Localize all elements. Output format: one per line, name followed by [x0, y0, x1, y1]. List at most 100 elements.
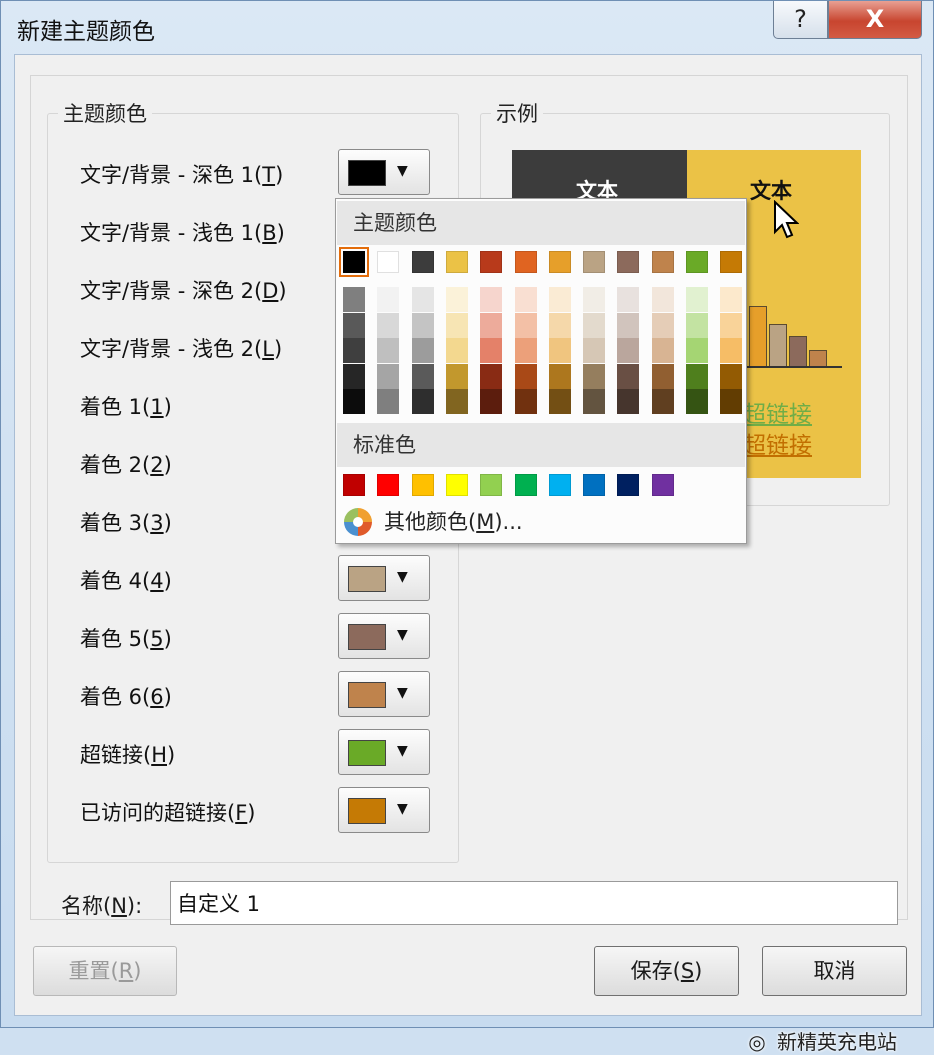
theme-shade-cell[interactable]: [720, 389, 743, 414]
theme-shade-cell[interactable]: [686, 389, 708, 414]
theme-shade-cell[interactable]: [445, 287, 468, 312]
theme-shade-cell[interactable]: [411, 363, 434, 389]
theme-shade-cell[interactable]: [651, 363, 674, 389]
theme-shade-cell[interactable]: [411, 287, 434, 312]
theme-shade-cell[interactable]: [617, 287, 640, 312]
standard-color-cell[interactable]: [411, 474, 434, 496]
theme-shade-cell[interactable]: [548, 363, 571, 389]
theme-shade-cell[interactable]: [377, 312, 400, 338]
standard-color-cell[interactable]: [583, 474, 606, 496]
theme-shade-cell[interactable]: [651, 338, 674, 363]
theme-shade-cell[interactable]: [686, 312, 708, 338]
name-input[interactable]: [170, 881, 898, 925]
theme-shade-cell[interactable]: [583, 389, 606, 414]
theme-row-label-key: 3: [150, 511, 164, 535]
theme-shade-cell[interactable]: [343, 287, 365, 312]
standard-color-cell[interactable]: [343, 474, 365, 496]
theme-shade-cell[interactable]: [617, 389, 640, 414]
theme-shade-cell[interactable]: [617, 363, 640, 389]
theme-shade-cell[interactable]: [583, 287, 606, 312]
theme-shade-cell[interactable]: [445, 338, 468, 363]
color-dropdown-button[interactable]: ▼: [338, 149, 430, 195]
theme-shade-cell[interactable]: [480, 389, 503, 414]
close-button[interactable]: X: [828, 1, 922, 39]
theme-shade-cell[interactable]: [445, 389, 468, 414]
theme-shade-cell[interactable]: [686, 338, 708, 363]
save-button[interactable]: 保存(S): [594, 946, 739, 996]
theme-color-cell[interactable]: [651, 251, 674, 273]
theme-shade-cell[interactable]: [651, 287, 674, 312]
reset-button[interactable]: 重置(R): [33, 946, 177, 996]
theme-shade-cell[interactable]: [514, 389, 537, 414]
theme-shade-cell[interactable]: [583, 312, 606, 338]
theme-color-cell[interactable]: [445, 251, 468, 273]
theme-shade-cell[interactable]: [548, 338, 571, 363]
theme-color-cell[interactable]: [686, 251, 708, 273]
theme-shade-cell[interactable]: [411, 389, 434, 414]
theme-shade-cell[interactable]: [583, 363, 606, 389]
theme-shade-cell[interactable]: [480, 338, 503, 363]
theme-color-cell[interactable]: [480, 251, 503, 273]
theme-shade-cell[interactable]: [548, 312, 571, 338]
color-dropdown-button[interactable]: ▼: [338, 787, 430, 833]
theme-shade-cell[interactable]: [720, 287, 743, 312]
theme-shade-cell[interactable]: [514, 363, 537, 389]
reset-key: R: [118, 959, 134, 983]
standard-color-cell[interactable]: [445, 474, 468, 496]
standard-color-cell[interactable]: [480, 474, 503, 496]
theme-row-label-end: ): [247, 801, 256, 825]
theme-shade-cell[interactable]: [411, 338, 434, 363]
theme-shade-cell[interactable]: [514, 287, 537, 312]
theme-shade-cell[interactable]: [411, 312, 434, 338]
theme-shade-cell[interactable]: [514, 338, 537, 363]
theme-shade-cell[interactable]: [651, 312, 674, 338]
theme-shade-cell[interactable]: [548, 287, 571, 312]
theme-color-cell[interactable]: [617, 251, 640, 273]
theme-shade-cell[interactable]: [514, 312, 537, 338]
theme-shade-cell[interactable]: [548, 389, 571, 414]
color-dropdown-button[interactable]: ▼: [338, 613, 430, 659]
theme-shade-cell[interactable]: [377, 287, 400, 312]
more-colors-item[interactable]: 其他颜色(M)...: [342, 506, 523, 538]
theme-shade-cell[interactable]: [720, 312, 743, 338]
standard-color-cell[interactable]: [514, 474, 537, 496]
cancel-button[interactable]: 取消: [762, 946, 907, 996]
standard-color-cell[interactable]: [548, 474, 571, 496]
theme-shade-cell[interactable]: [651, 389, 674, 414]
theme-shade-cell[interactable]: [480, 312, 503, 338]
theme-shade-cell[interactable]: [617, 312, 640, 338]
theme-shade-cell[interactable]: [617, 338, 640, 363]
theme-shade-cell[interactable]: [583, 338, 606, 363]
theme-shade-cell[interactable]: [343, 389, 365, 414]
color-dropdown-button[interactable]: ▼: [338, 671, 430, 717]
help-button[interactable]: ?: [773, 1, 828, 39]
theme-row-label: 超链接(H): [80, 739, 175, 769]
theme-shade-cell[interactable]: [377, 338, 400, 363]
name-label-key: N: [111, 894, 127, 918]
theme-color-cell[interactable]: [720, 251, 743, 273]
theme-shade-cell[interactable]: [343, 338, 365, 363]
theme-shade-cell[interactable]: [480, 287, 503, 312]
theme-color-cell[interactable]: [377, 251, 400, 273]
theme-shade-cell[interactable]: [480, 363, 503, 389]
color-dropdown-button[interactable]: ▼: [338, 555, 430, 601]
theme-shade-cell[interactable]: [377, 363, 400, 389]
theme-shade-cell[interactable]: [445, 363, 468, 389]
theme-color-cell[interactable]: [411, 251, 434, 273]
theme-shade-cell[interactable]: [343, 312, 365, 338]
theme-color-cell[interactable]: [514, 251, 537, 273]
theme-shade-cell[interactable]: [686, 363, 708, 389]
theme-shade-cell[interactable]: [343, 363, 365, 389]
theme-shade-cell[interactable]: [377, 389, 400, 414]
theme-color-cell[interactable]: [339, 247, 369, 277]
standard-color-cell[interactable]: [617, 474, 640, 496]
color-dropdown-button[interactable]: ▼: [338, 729, 430, 775]
standard-color-cell[interactable]: [377, 474, 400, 496]
theme-shade-cell[interactable]: [720, 338, 743, 363]
theme-shade-cell[interactable]: [445, 312, 468, 338]
theme-shade-cell[interactable]: [720, 363, 743, 389]
theme-shade-cell[interactable]: [686, 287, 708, 312]
theme-color-cell[interactable]: [583, 251, 606, 273]
standard-color-cell[interactable]: [651, 474, 674, 496]
theme-color-cell[interactable]: [548, 251, 571, 273]
